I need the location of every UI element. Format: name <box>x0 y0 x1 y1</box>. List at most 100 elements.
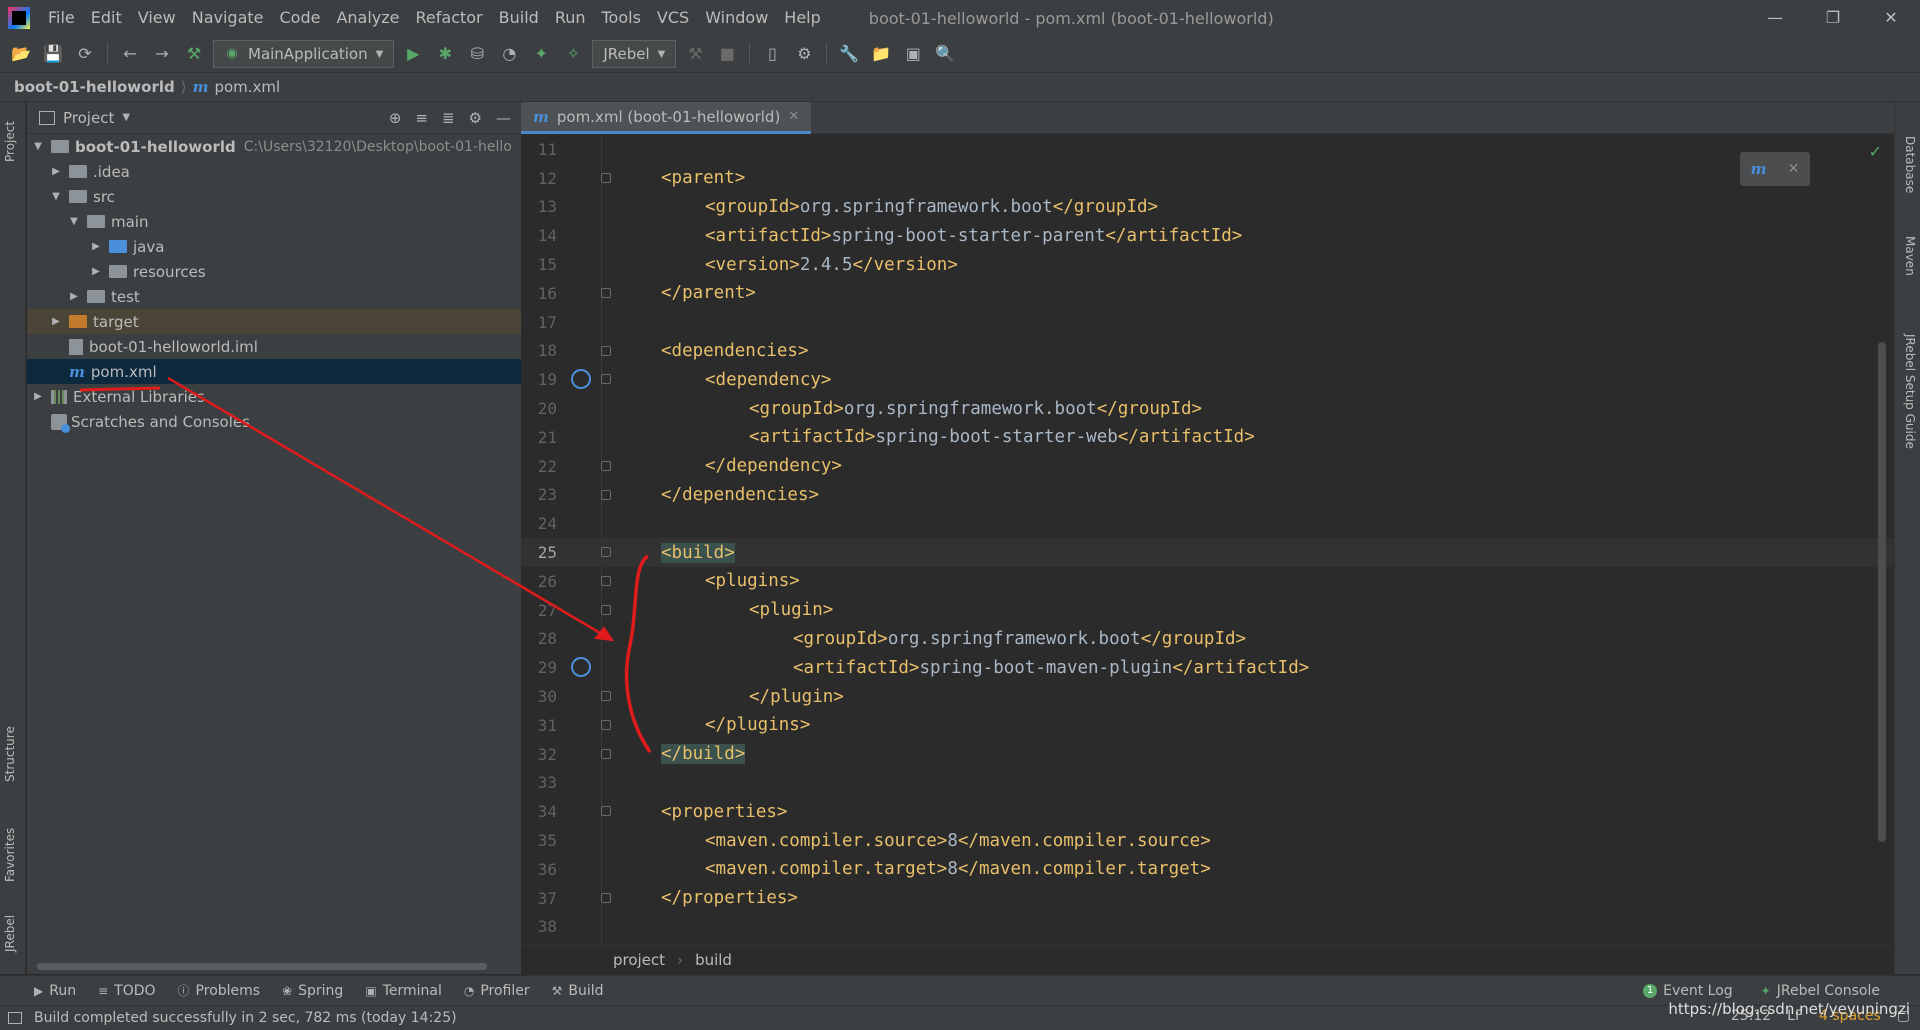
line-number[interactable]: 24 <box>521 514 561 533</box>
fold-marker-icon[interactable] <box>601 691 611 702</box>
vertical-scrollbar[interactable] <box>1878 342 1886 842</box>
line-number[interactable]: 26 <box>521 572 561 591</box>
run-configuration-select[interactable]: ◉ MainApplication ▼ <box>213 40 395 68</box>
line-number[interactable]: 30 <box>521 687 561 706</box>
code-line[interactable]: 19 <dependency> <box>521 365 1894 394</box>
line-number[interactable]: 13 <box>521 197 561 216</box>
line-number[interactable]: 33 <box>521 773 561 792</box>
close-window-icon[interactable]: ✕ <box>1862 0 1920 36</box>
menu-analyze[interactable]: Analyze <box>328 0 407 36</box>
line-number[interactable]: 38 <box>521 917 561 936</box>
line-number[interactable]: 37 <box>521 889 561 908</box>
terminal-window-icon[interactable]: ▣ <box>900 41 926 67</box>
fold-marker-icon[interactable] <box>601 287 611 298</box>
fold-marker-icon[interactable] <box>601 172 611 183</box>
build-tool-tab[interactable]: ⚒ Build <box>552 983 604 999</box>
chevron-down-icon[interactable]: ▼ <box>122 112 130 123</box>
breadcrumb-project[interactable]: boot-01-helloworld <box>14 78 175 96</box>
code-line[interactable]: 32 </build> <box>521 740 1894 769</box>
fold-marker-icon[interactable] <box>601 719 611 730</box>
project-structure-icon[interactable]: 📁 <box>868 41 894 67</box>
code-line[interactable]: 26 <plugins> <box>521 567 1894 596</box>
status-message[interactable]: Build completed successfully in 2 sec, 7… <box>34 1010 457 1026</box>
close-icon[interactable]: ✕ <box>788 109 799 124</box>
code-line[interactable]: 30 </plugin> <box>521 682 1894 711</box>
line-number[interactable]: 16 <box>521 284 561 303</box>
code-line[interactable]: 12 <parent> <box>521 164 1894 193</box>
code-line[interactable]: 14 <artifactId>spring-boot-starter-parent… <box>521 221 1894 250</box>
fold-marker-icon[interactable] <box>601 345 611 356</box>
hide-panel-icon[interactable]: — <box>496 109 511 127</box>
code-line[interactable]: 27 <plugin> <box>521 596 1894 625</box>
line-number[interactable]: 36 <box>521 860 561 879</box>
sdk-manager-icon[interactable]: ⚙ <box>791 41 817 67</box>
fold-marker-icon[interactable] <box>601 748 611 759</box>
code-line[interactable]: 31 </plugins> <box>521 711 1894 740</box>
code-line[interactable]: 20 <groupId>org.springframework.boot</gro… <box>521 394 1894 423</box>
line-number[interactable]: 25 <box>521 543 561 562</box>
project-tool-tab[interactable]: Project <box>3 121 17 162</box>
fold-marker-icon[interactable] <box>601 575 611 586</box>
menu-build[interactable]: Build <box>491 0 547 36</box>
restore-icon[interactable]: ❐ <box>1804 0 1862 36</box>
problems-tool-tab[interactable]: ⓘ Problems <box>178 982 261 999</box>
code-line[interactable]: 18 <dependencies> <box>521 337 1894 366</box>
code-line[interactable]: 24 <box>521 509 1894 538</box>
tree-item-java[interactable]: ▶ java <box>27 234 521 259</box>
profiler-tool-tab[interactable]: ◔ Profiler <box>464 983 530 999</box>
code-line[interactable]: 33 <box>521 769 1894 798</box>
jrebel-setup-guide-tab[interactable]: JRebel Setup Guide <box>1903 334 1917 449</box>
line-number[interactable]: 15 <box>521 255 561 274</box>
tree-item-scratches[interactable]: Scratches and Consoles <box>27 409 521 434</box>
settings-wrench-icon[interactable]: 🔧 <box>836 41 862 67</box>
menu-window[interactable]: Window <box>697 0 776 36</box>
editor-breadcrumb-project[interactable]: project <box>613 951 665 969</box>
line-number[interactable]: 35 <box>521 831 561 850</box>
gear-icon[interactable]: ⚙ <box>469 109 482 127</box>
chevron-down-icon[interactable]: ▼ <box>49 191 63 202</box>
terminal-tool-tab[interactable]: ▣ Terminal <box>365 983 442 999</box>
menu-tools[interactable]: Tools <box>594 0 649 36</box>
code-line[interactable]: 25 <build> <box>521 538 1894 567</box>
build-hammer-icon[interactable]: ⚒ <box>181 41 207 67</box>
maven-tool-tab[interactable]: Maven <box>1903 236 1917 276</box>
run-icon[interactable]: ▶ <box>400 41 426 67</box>
line-number[interactable]: 19 <box>521 370 561 389</box>
line-number[interactable]: 12 <box>521 169 561 188</box>
debug-icon[interactable]: ✱ <box>432 41 458 67</box>
menu-view[interactable]: View <box>130 0 184 36</box>
line-number[interactable]: 27 <box>521 601 561 620</box>
code-line[interactable]: 13 <groupId>org.springframework.boot</gro… <box>521 193 1894 222</box>
jrebel-debug-icon[interactable]: ✧ <box>560 41 586 67</box>
line-number[interactable]: 20 <box>521 399 561 418</box>
code-line[interactable]: 37 </properties> <box>521 884 1894 913</box>
chevron-right-icon[interactable]: ▶ <box>89 241 103 252</box>
menu-code[interactable]: Code <box>272 0 329 36</box>
jrebel-select[interactable]: JRebel ▼ <box>592 40 677 68</box>
tree-item-resources[interactable]: ▶ resources <box>27 259 521 284</box>
menu-help[interactable]: Help <box>776 0 828 36</box>
horizontal-scrollbar[interactable] <box>37 963 487 970</box>
chevron-down-icon[interactable]: ▼ <box>67 216 81 227</box>
code-line[interactable]: 38 <box>521 913 1894 942</box>
fold-marker-icon[interactable] <box>601 489 611 500</box>
profile-icon[interactable]: ◔ <box>496 41 522 67</box>
menu-run[interactable]: Run <box>547 0 594 36</box>
breadcrumb-file[interactable]: pom.xml <box>214 78 280 96</box>
project-view-select[interactable]: Project <box>63 109 114 127</box>
collapse-all-icon[interactable]: ≣ <box>442 109 455 127</box>
tree-item-external-libraries[interactable]: ▶ External Libraries <box>27 384 521 409</box>
device-icon[interactable]: ▯ <box>759 41 785 67</box>
tree-item-main[interactable]: ▼ main <box>27 209 521 234</box>
maven-override-icon[interactable] <box>571 369 591 390</box>
fold-marker-icon[interactable] <box>601 460 611 471</box>
line-number[interactable]: 21 <box>521 428 561 447</box>
line-number[interactable]: 34 <box>521 802 561 821</box>
line-number[interactable]: 14 <box>521 226 561 245</box>
menu-vcs[interactable]: VCS <box>649 0 697 36</box>
chevron-right-icon[interactable]: ▶ <box>49 166 63 177</box>
menu-refactor[interactable]: Refactor <box>408 0 491 36</box>
tab-pom-xml[interactable]: m pom.xml (boot-01-helloworld) ✕ <box>521 102 812 134</box>
expand-all-icon[interactable]: ≡ <box>415 109 428 127</box>
favorites-tool-tab[interactable]: Favorites <box>3 828 17 882</box>
